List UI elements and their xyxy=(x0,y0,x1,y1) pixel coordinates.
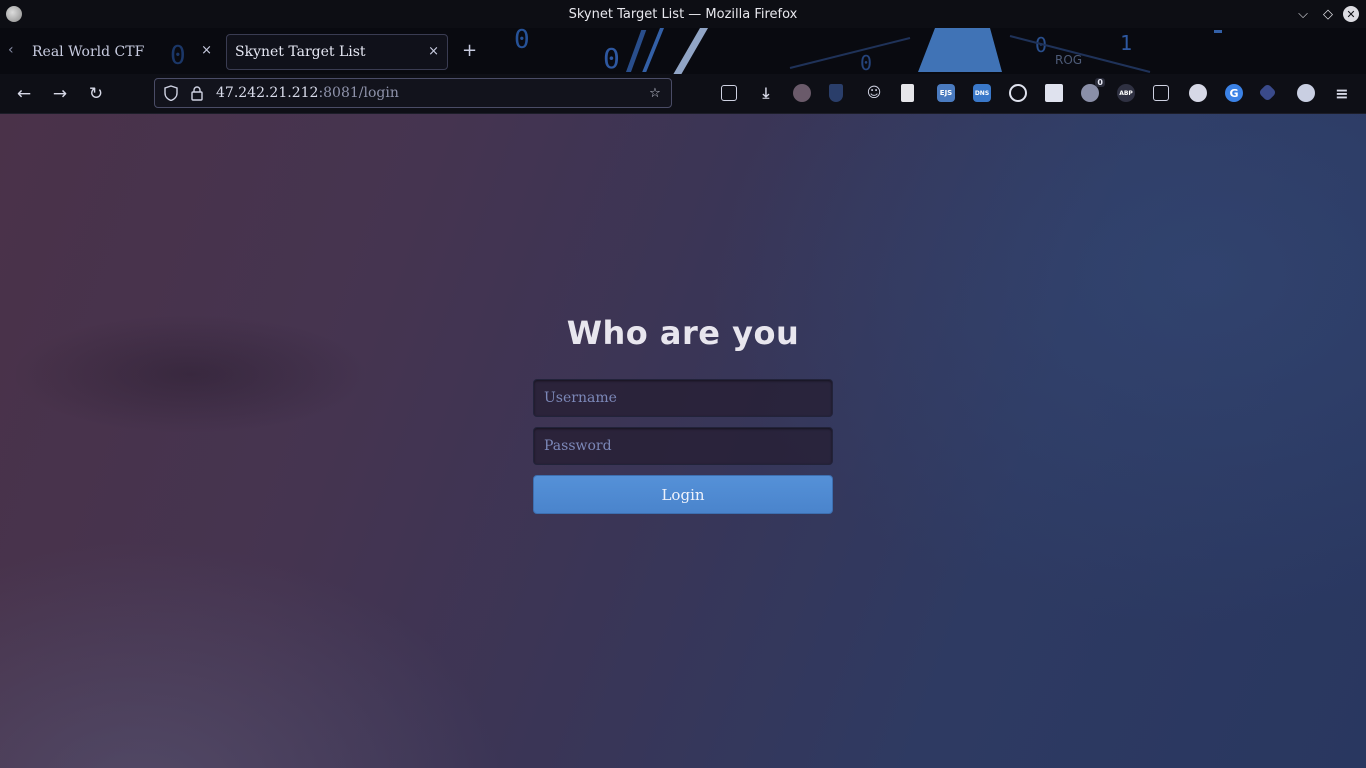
url-bar[interactable]: 47.242.21.212:8081/login ☆ xyxy=(154,78,672,108)
pocket-icon[interactable] xyxy=(721,85,737,101)
cookie-icon[interactable] xyxy=(1189,84,1207,102)
nav-bar: ← → ↻ 47.242.21.212:8081/login ☆ ⤓ ☺ EJS… xyxy=(0,74,1366,114)
ublock-icon[interactable] xyxy=(793,84,811,102)
new-tab-button[interactable]: + xyxy=(462,40,477,61)
svg-text:0: 0 xyxy=(860,51,872,74)
minimize-icon[interactable]: ⌵ xyxy=(1294,5,1312,23)
window-title: Skynet Target List — Mozilla Firefox xyxy=(568,6,798,22)
back-icon[interactable]: ← xyxy=(13,83,35,105)
tab-label: Real World CTF xyxy=(32,44,145,60)
google-icon[interactable]: G xyxy=(1225,84,1243,102)
profile-icon[interactable]: ☺ xyxy=(865,84,883,102)
downloads-icon[interactable]: ⤓ xyxy=(757,84,775,102)
wappalyzer-icon[interactable] xyxy=(1258,83,1277,102)
settings-extension-icon[interactable] xyxy=(1297,84,1315,102)
circle-extension-icon[interactable] xyxy=(1009,84,1027,102)
password-field[interactable] xyxy=(533,427,833,465)
maximize-icon[interactable]: ◇ xyxy=(1319,5,1337,23)
tab-skynet-target-list[interactable]: Skynet Target List × xyxy=(226,34,448,70)
login-heading: Who are you xyxy=(566,314,800,352)
tab-close-icon[interactable]: × xyxy=(428,44,439,59)
svg-text:0: 0 xyxy=(514,28,530,55)
svg-text:ROG: ROG xyxy=(1055,53,1082,67)
login-button[interactable]: Login xyxy=(533,475,833,514)
tab-strip: 0 0 0 0 0 1 ROG ‹ Real World CTF × Skyne… xyxy=(0,28,1366,74)
hackbar-icon[interactable]: EJS xyxy=(937,84,955,102)
url-host: 47.242.21.212 xyxy=(216,85,319,101)
close-icon: ✕ xyxy=(1343,6,1359,22)
svg-text:0: 0 xyxy=(603,42,620,74)
login-page: Who are you Login xyxy=(0,114,1366,768)
tab-real-world-ctf[interactable]: Real World CTF × xyxy=(24,34,220,70)
ghostery-badge: 0 xyxy=(1095,78,1105,87)
reader-icon[interactable] xyxy=(901,84,914,102)
forward-icon[interactable]: → xyxy=(49,83,71,105)
ghostery-icon[interactable]: 0 xyxy=(1081,78,1105,102)
adblock-plus-icon[interactable]: ABP xyxy=(1117,84,1135,102)
svg-text:1: 1 xyxy=(1120,31,1132,55)
tab-search-icon[interactable] xyxy=(1153,85,1169,101)
kde-app-icon[interactable] xyxy=(6,6,22,22)
hamburger-menu-icon[interactable]: ≡ xyxy=(1333,84,1351,103)
tab-scroll-left-icon[interactable]: ‹ xyxy=(8,42,14,58)
username-field[interactable] xyxy=(533,379,833,417)
screenshot-icon[interactable] xyxy=(1045,84,1063,102)
url-path: :8081/login xyxy=(318,85,399,101)
window-titlebar: Skynet Target List — Mozilla Firefox ⌵ ◇… xyxy=(0,0,1366,28)
reload-icon[interactable]: ↻ xyxy=(85,83,107,105)
tab-close-icon[interactable]: × xyxy=(201,43,212,58)
url-text[interactable]: 47.242.21.212:8081/login xyxy=(216,85,399,101)
bookmark-star-icon[interactable]: ☆ xyxy=(647,85,663,101)
bitwarden-icon[interactable] xyxy=(829,84,843,102)
shield-icon[interactable] xyxy=(163,85,179,101)
lock-icon[interactable] xyxy=(189,85,205,101)
close-window-button[interactable]: ✕ xyxy=(1342,5,1360,23)
dns-icon[interactable]: DNS xyxy=(973,84,991,102)
tab-label: Skynet Target List xyxy=(235,44,366,60)
